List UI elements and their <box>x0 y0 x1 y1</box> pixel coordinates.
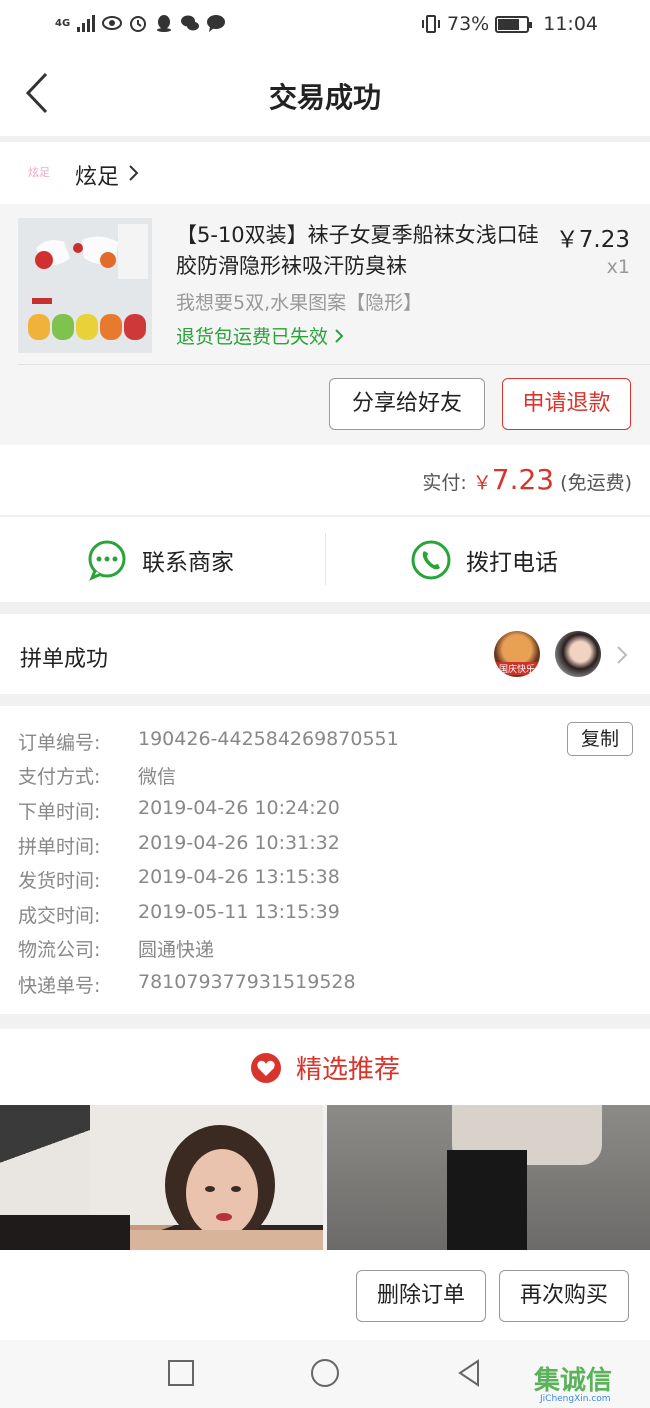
buy-again-button[interactable]: 再次购买 <box>499 1270 629 1322</box>
status-bar: 4G 73% 11:04 <box>0 0 650 50</box>
divider <box>18 364 650 365</box>
info-row: 拼单时间: 2019-04-26 10:31:32 <box>18 832 340 859</box>
store-row[interactable]: 炫足 炫足 <box>0 142 650 204</box>
info-value: 2019-05-11 13:15:39 <box>138 901 340 923</box>
product-title[interactable]: 【5-10双装】袜子女夏季船袜女浅口硅胶防滑隐形袜吸汗防臭袜 <box>176 220 546 282</box>
return-shipping-note[interactable]: 退货包运费已失效 <box>176 322 344 349</box>
paid-amount: 7.23 <box>491 463 555 496</box>
header: 交易成功 <box>0 50 650 136</box>
info-value: 2019-04-26 13:15:38 <box>138 866 340 888</box>
info-value: 2019-04-26 10:24:20 <box>138 797 340 819</box>
info-key: 快递单号: <box>18 975 101 997</box>
portrait-photo <box>0 1105 323 1250</box>
recommend-item-image[interactable] <box>327 1105 650 1250</box>
product-card: 【5-10双装】袜子女夏季船袜女浅口硅胶防滑隐形袜吸汗防臭袜 ￥7.23 x1 … <box>0 204 650 445</box>
home-icon[interactable] <box>310 1358 340 1388</box>
battery-percent: 73% <box>447 13 490 35</box>
skirt-shape <box>447 1150 527 1250</box>
message-icon <box>207 15 226 32</box>
info-row: 物流公司: 圆通快递 <box>18 935 214 962</box>
shipping-note: (免运费) <box>560 472 632 494</box>
call-phone-label: 拨打电话 <box>466 550 558 576</box>
info-key: 物流公司: <box>18 939 101 961</box>
info-row: 快递单号: 781079377931519528 <box>18 971 356 998</box>
payment-summary: 实付: ￥7.23 (免运费) <box>0 445 650 515</box>
watermark-url: JiChengXin.com <box>540 1394 611 1404</box>
group-buy-row[interactable]: 拼单成功 国庆快乐 <box>0 614 650 694</box>
back-icon[interactable] <box>454 1358 484 1388</box>
vibrate-icon <box>422 15 440 33</box>
battery-icon <box>495 15 533 33</box>
avatar <box>555 631 601 677</box>
socks-image <box>18 218 152 353</box>
avatar: 国庆快乐 <box>494 631 540 677</box>
info-value: 2019-04-26 10:31:32 <box>138 832 340 854</box>
apply-refund-button[interactable]: 申请退款 <box>502 378 631 430</box>
call-phone-button[interactable]: 拨打电话 <box>410 539 558 581</box>
store-logo: 炫足 <box>28 166 50 179</box>
product-thumbnail[interactable] <box>18 218 152 353</box>
delete-order-button[interactable]: 删除订单 <box>356 1270 486 1322</box>
chevron-right-icon <box>617 646 628 664</box>
info-value: 微信 <box>138 766 177 788</box>
order-info: 复制 订单编号: 190426-442584269870551 支付方式: 微信 下… <box>0 706 650 1014</box>
signal-icon <box>77 15 96 32</box>
info-key: 支付方式: <box>18 766 101 788</box>
info-key: 发货时间: <box>18 870 101 892</box>
contact-merchant-button[interactable]: 联系商家 <box>86 539 234 581</box>
product-quantity: x1 <box>606 256 630 278</box>
info-value: 190426-442584269870551 <box>138 728 399 750</box>
battery-fill <box>498 18 519 30</box>
watermark-logo: 集诚信 <box>534 1366 613 1396</box>
divider <box>325 533 326 585</box>
alarm-icon <box>130 16 147 32</box>
wechat-icon <box>181 15 200 31</box>
recommend-item-image[interactable] <box>0 1105 323 1250</box>
phone-icon <box>411 540 451 580</box>
network-label: 4G <box>55 17 71 29</box>
qq-icon <box>157 15 172 32</box>
info-row: 发货时间: 2019-04-26 13:15:38 <box>18 866 340 893</box>
info-row: 下单时间: 2019-04-26 10:24:20 <box>18 797 340 824</box>
paid-label: 实付: <box>422 472 467 494</box>
heart-icon <box>250 1052 281 1083</box>
info-key: 下单时间: <box>18 801 101 823</box>
chevron-right-icon <box>129 165 139 181</box>
info-value: 781079377931519528 <box>138 971 356 993</box>
status-left-icons: 4G <box>55 13 226 33</box>
store-name: 炫足 <box>75 165 120 190</box>
product-price: ￥7.23 <box>555 227 630 253</box>
eye-icon <box>102 16 123 30</box>
chevron-right-icon <box>335 329 344 343</box>
status-right-icons: 73% 11:04 <box>421 13 598 35</box>
info-value: 圆通快递 <box>138 939 215 961</box>
bottom-actions: 删除订单 再次购买 <box>0 1250 650 1340</box>
recent-apps-icon[interactable] <box>166 1358 196 1388</box>
chat-bubble-icon <box>88 540 126 581</box>
info-row: 订单编号: 190426-442584269870551 <box>18 728 399 755</box>
group-buy-label: 拼单成功 <box>20 647 109 672</box>
contact-merchant-label: 联系商家 <box>142 550 234 576</box>
info-key: 订单编号: <box>18 732 101 754</box>
recommend-header: 精选推荐 <box>0 1029 650 1105</box>
clock: 11:04 <box>543 13 598 35</box>
avatar-caption: 国庆快乐 <box>494 662 540 675</box>
info-key: 拼单时间: <box>18 836 101 858</box>
info-row: 支付方式: 微信 <box>18 762 176 789</box>
page-title: 交易成功 <box>268 81 381 114</box>
recommend-title: 精选推荐 <box>295 1055 400 1085</box>
copy-order-number-button[interactable]: 复制 <box>567 722 633 756</box>
info-key: 成交时间: <box>18 905 101 927</box>
product-spec: 我想要5双,水果图案【隐形】 <box>176 292 423 314</box>
return-shipping-note-text: 退货包运费已失效 <box>176 326 329 348</box>
contact-bar: 联系商家 拨打电话 <box>0 516 650 602</box>
info-row: 成交时间: 2019-05-11 13:15:39 <box>18 901 340 928</box>
paid-currency: ￥ <box>472 472 492 494</box>
share-to-friends-button[interactable]: 分享给好友 <box>329 378 485 430</box>
payment-line: 实付: ￥7.23 (免运费) <box>422 463 632 496</box>
